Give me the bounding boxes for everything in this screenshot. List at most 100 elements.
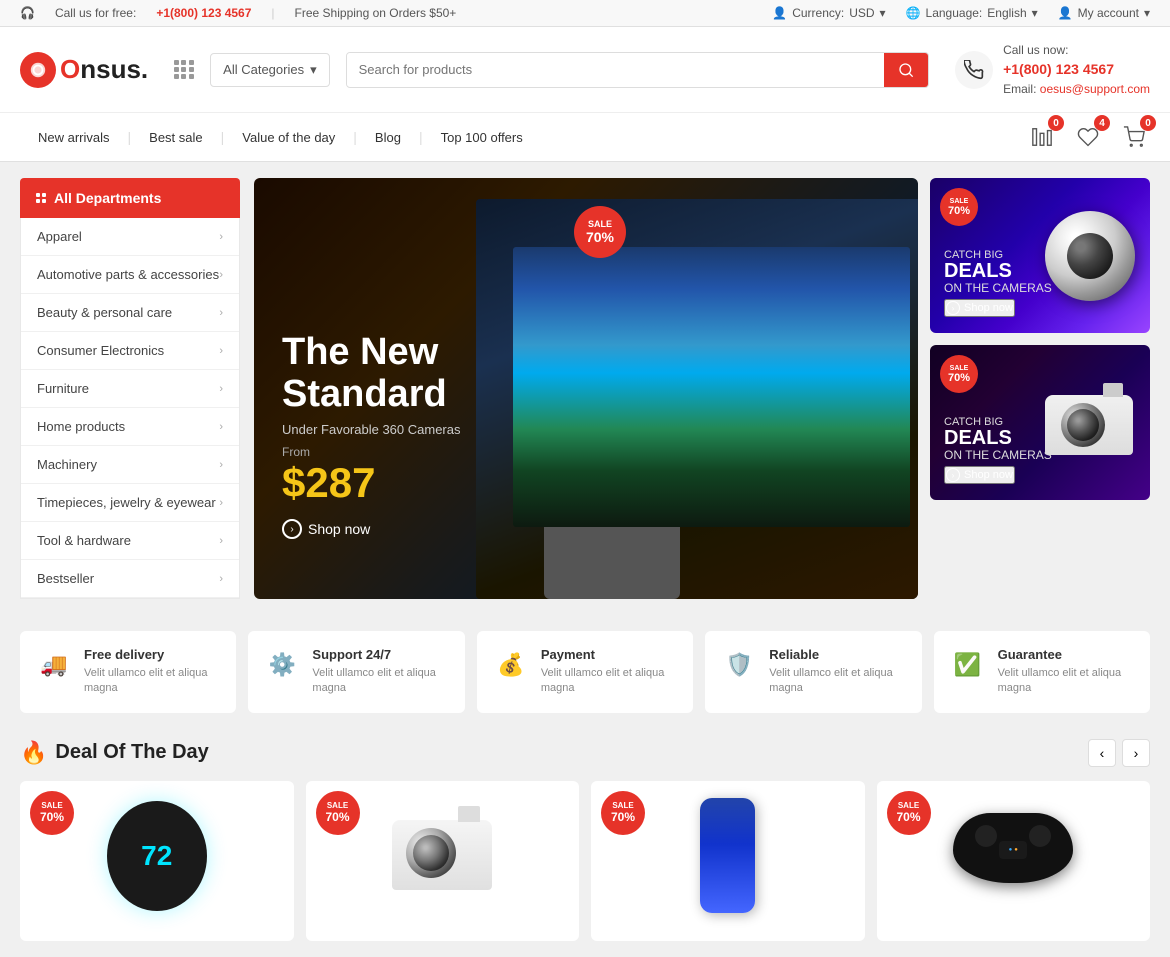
side-banner-2-content: CATCH BIG DEALS ON THE CAMERAS › Shop no…: [944, 416, 1052, 484]
gamepad-image: ● ●: [953, 813, 1073, 898]
account-menu[interactable]: 👤 My account ▾: [1058, 6, 1150, 20]
language-value: English: [987, 6, 1026, 20]
sidebar-item-electronics[interactable]: Consumer Electronics ›: [21, 332, 239, 370]
deal-products: SALE 70% 72 SALE 70%: [20, 781, 1150, 941]
sidebar-item-bestseller[interactable]: Bestseller ›: [21, 560, 239, 598]
nav-value-day[interactable]: Value of the day: [224, 118, 353, 157]
sidebar-item-automotive[interactable]: Automotive parts & accessories ›: [21, 256, 239, 294]
feature-support: ⚙️ Support 24/7 Velit ullamco elit et al…: [248, 631, 464, 713]
phone-icon: [955, 51, 993, 89]
sidebar-item-furniture[interactable]: Furniture ›: [21, 370, 239, 408]
payment-icon: 💰: [493, 647, 529, 683]
sidebar-item-apparel[interactable]: Apparel ›: [21, 218, 239, 256]
side-banner-1-sale-badge: SALE 70%: [940, 188, 978, 226]
contact-email[interactable]: oesus@support.com: [1040, 82, 1150, 96]
nav-new-arrivals[interactable]: New arrivals: [20, 118, 128, 157]
sidebar-menu: Apparel › Automotive parts & accessories…: [20, 218, 240, 599]
chevron-right-icon: ›: [219, 269, 223, 281]
sidebar-item-label: Apparel: [37, 229, 82, 244]
sidebar-item-label: Tool & hardware: [37, 533, 131, 548]
hero-subtitle: Under Favorable 360 Cameras: [282, 422, 460, 437]
currency-label: Currency:: [792, 6, 844, 20]
phone-image: [700, 798, 755, 913]
sidebar-item-home-products[interactable]: Home products ›: [21, 408, 239, 446]
side-banner-2-cameras: ON THE CAMERAS: [944, 448, 1052, 462]
feature-payment: 💰 Payment Velit ullamco elit et aliqua m…: [477, 631, 693, 713]
reliable-icon: 🛡️: [721, 647, 757, 683]
search-input[interactable]: [347, 53, 884, 86]
compare-icon-wrap[interactable]: 0: [1026, 121, 1058, 153]
deal-prev-button[interactable]: ‹: [1088, 739, 1116, 767]
contact-call-label: Call us now:: [1003, 41, 1150, 59]
nav-top100[interactable]: Top 100 offers: [423, 118, 541, 157]
sale-pct: 70%: [40, 810, 64, 824]
product-camera[interactable]: SALE 70%: [306, 781, 580, 941]
wishlist-icon-wrap[interactable]: 4: [1072, 121, 1104, 153]
header-contact-text: Call us now: +1(800) 123 4567 Email: oes…: [1003, 41, 1150, 98]
sidebar-item-tools[interactable]: Tool & hardware ›: [21, 522, 239, 560]
logo[interactable]: Onsus.: [20, 52, 148, 88]
cart-icon-wrap[interactable]: 0: [1118, 121, 1150, 153]
sale-pct: 70%: [896, 810, 920, 824]
nav-blog[interactable]: Blog: [357, 118, 419, 157]
side-banner-1-content: CATCH BIG DEALS ON THE CAMERAS › Shop no…: [944, 249, 1052, 317]
deal-title-text: Deal Of The Day: [55, 741, 208, 764]
deal-header: 🔥 Deal Of The Day ‹ ›: [20, 739, 1150, 767]
circle-arrow-icon: ›: [946, 301, 960, 315]
logo-text: Onsus.: [60, 54, 148, 85]
dots-icon: [36, 193, 46, 203]
deal-next-button[interactable]: ›: [1122, 739, 1150, 767]
side-sale-label-1: SALE: [950, 198, 969, 205]
feature-guarantee: ✅ Guarantee Velit ullamco elit et aliqua…: [934, 631, 1150, 713]
account-label: My account: [1078, 6, 1139, 20]
product-camera-sale-badge: SALE 70%: [316, 791, 360, 835]
sidebar-item-label: Timepieces, jewelry & eyewear: [37, 495, 216, 510]
sidebar-item-beauty[interactable]: Beauty & personal care ›: [21, 294, 239, 332]
feature-support-desc: Velit ullamco elit et aliqua magna: [312, 666, 448, 697]
language-selector[interactable]: 🌐 Language: English ▾: [906, 6, 1038, 20]
thermostat-temp: 72: [141, 840, 172, 872]
hero-shop-button[interactable]: › Shop now: [282, 519, 370, 539]
sidebar-item-label: Home products: [37, 419, 125, 434]
sale-pct: 70%: [325, 810, 349, 824]
chevron-right-icon: ›: [219, 459, 223, 471]
nav-links: New arrivals | Best sale | Value of the …: [20, 118, 541, 157]
header-contact: Call us now: +1(800) 123 4567 Email: oes…: [955, 41, 1150, 98]
support-icon: ⚙️: [264, 647, 300, 683]
headphone-icon: 🎧: [20, 6, 35, 20]
product-gamepad-sale-badge: SALE 70%: [887, 791, 931, 835]
sidebar-item-machinery[interactable]: Machinery ›: [21, 446, 239, 484]
sidebar-item-label: Bestseller: [37, 571, 94, 586]
top-bar-phone[interactable]: +1(800) 123 4567: [156, 6, 251, 20]
hero-price: $287: [282, 459, 460, 507]
sidebar-item-label: Machinery: [37, 457, 97, 472]
category-label: All Categories: [223, 62, 304, 77]
category-chevron: ▾: [310, 62, 317, 78]
sale-label: SALE: [41, 801, 62, 810]
side-banner-2: SALE 70% CATCH: [930, 345, 1150, 500]
chevron-right-icon: ›: [219, 345, 223, 357]
product-phone-sale-badge: SALE 70%: [601, 791, 645, 835]
grid-menu-icon[interactable]: [174, 60, 194, 79]
side-banner-1: SALE 70% CATCH BIG DEALS ON THE CAMERAS: [930, 178, 1150, 333]
sidebar-item-timepieces[interactable]: Timepieces, jewelry & eyewear ›: [21, 484, 239, 522]
sidebar-item-label: Furniture: [37, 381, 89, 396]
side-banner-2-shop-button[interactable]: › Shop now: [944, 466, 1015, 484]
side-banner-1-shop-button[interactable]: › Shop now: [944, 299, 1015, 317]
contact-phone[interactable]: +1(800) 123 4567: [1003, 59, 1150, 80]
chevron-right-icon: ›: [219, 383, 223, 395]
sidebar: All Departments Apparel › Automotive par…: [20, 178, 240, 599]
sidebar-item-label: Automotive parts & accessories: [37, 267, 219, 282]
currency-selector[interactable]: 👤 Currency: USD ▾: [772, 6, 885, 20]
product-thermostat[interactable]: SALE 70% 72: [20, 781, 294, 941]
product-gamepad[interactable]: SALE 70% ● ●: [877, 781, 1151, 941]
feature-reliable: 🛡️ Reliable Velit ullamco elit et aliqua…: [705, 631, 921, 713]
currency-icon: 👤: [772, 6, 787, 20]
account-chevron: ▾: [1144, 6, 1150, 20]
nav-best-sale[interactable]: Best sale: [131, 118, 220, 157]
search-button[interactable]: [884, 53, 928, 87]
hero-title: The New Standard: [282, 332, 460, 416]
category-dropdown[interactable]: All Categories ▾: [210, 53, 329, 87]
product-phone[interactable]: SALE 70%: [591, 781, 865, 941]
currency-value: USD: [849, 6, 874, 20]
